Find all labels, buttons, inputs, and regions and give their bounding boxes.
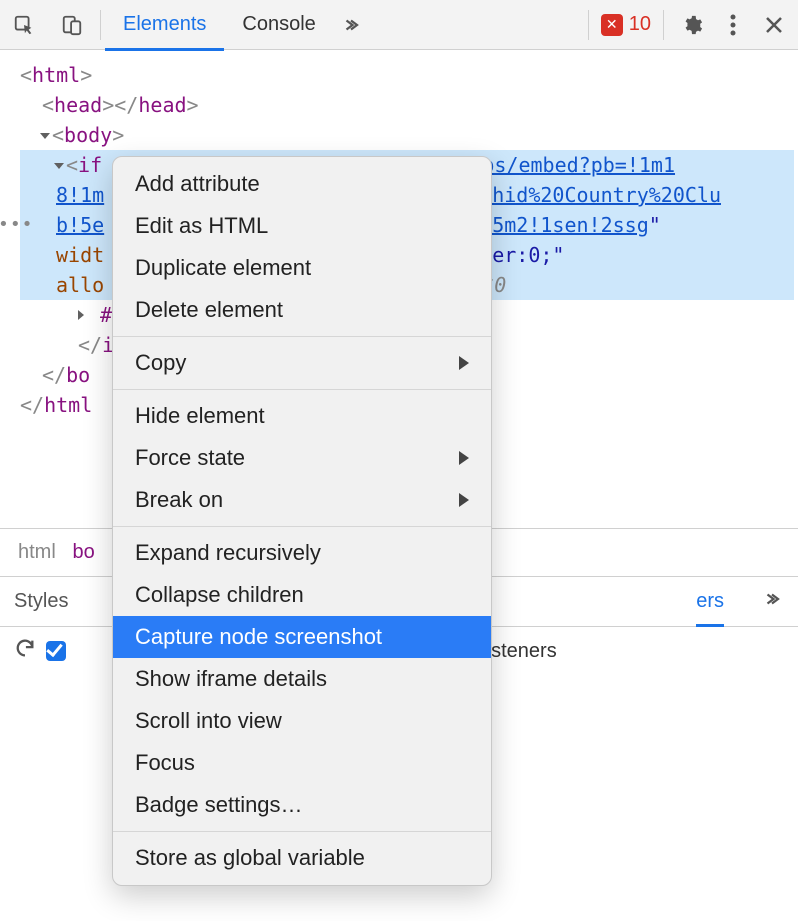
- ancestors-checkbox[interactable]: [46, 641, 66, 661]
- breadcrumb-body[interactable]: bo: [72, 541, 94, 563]
- menu-copy[interactable]: Copy: [113, 342, 491, 384]
- menu-duplicate-element[interactable]: Duplicate element: [113, 247, 491, 289]
- submenu-arrow-icon: [459, 356, 469, 370]
- devtools-toolbar: Elements Console ✕ 10: [0, 0, 798, 50]
- menu-expand-recursively[interactable]: Expand recursively: [113, 532, 491, 574]
- device-toolbar-icon[interactable]: [48, 0, 96, 50]
- inspect-icon[interactable]: [0, 0, 48, 50]
- menu-hide-element[interactable]: Hide element: [113, 395, 491, 437]
- dom-line[interactable]: <body>: [20, 120, 794, 150]
- menu-show-iframe-details[interactable]: Show iframe details: [113, 658, 491, 700]
- tab-console[interactable]: Console: [224, 0, 333, 50]
- menu-store-as-global[interactable]: Store as global variable: [113, 837, 491, 879]
- submenu-arrow-icon: [459, 493, 469, 507]
- panel-tab-event-listeners[interactable]: ers: [696, 590, 724, 613]
- submenu-arrow-icon: [459, 451, 469, 465]
- panel-tab-styles[interactable]: Styles: [14, 590, 68, 613]
- error-count: 10: [629, 13, 651, 36]
- expand-triangle-icon[interactable]: [40, 133, 50, 139]
- error-badge[interactable]: ✕ 10: [593, 13, 659, 36]
- dom-line[interactable]: <html>: [20, 60, 794, 90]
- more-panel-tabs-icon[interactable]: [766, 590, 784, 614]
- menu-badge-settings[interactable]: Badge settings…: [113, 784, 491, 826]
- menu-separator: [113, 526, 491, 527]
- dom-line[interactable]: <head></head>: [20, 90, 794, 120]
- settings-icon[interactable]: [668, 0, 716, 50]
- menu-separator: [113, 389, 491, 390]
- menu-separator: [113, 831, 491, 832]
- toolbar-divider: [100, 10, 101, 40]
- menu-force-state[interactable]: Force state: [113, 437, 491, 479]
- refresh-icon[interactable]: [14, 637, 36, 665]
- tab-elements[interactable]: Elements: [105, 0, 224, 50]
- menu-delete-element[interactable]: Delete element: [113, 289, 491, 331]
- menu-collapse-children[interactable]: Collapse children: [113, 574, 491, 616]
- menu-focus[interactable]: Focus: [113, 742, 491, 784]
- kebab-menu-icon[interactable]: [716, 0, 750, 50]
- toolbar-divider: [588, 10, 589, 40]
- more-tabs-icon[interactable]: [334, 0, 374, 50]
- menu-break-on[interactable]: Break on: [113, 479, 491, 521]
- error-icon: ✕: [601, 14, 623, 36]
- overflow-indicator: •••: [0, 210, 34, 240]
- breadcrumb-html[interactable]: html: [18, 541, 56, 563]
- context-menu: Add attribute Edit as HTML Duplicate ele…: [112, 156, 492, 886]
- menu-separator: [113, 336, 491, 337]
- tab-console-label: Console: [242, 13, 315, 36]
- expand-triangle-icon[interactable]: [54, 163, 64, 169]
- toolbar-divider: [663, 10, 664, 40]
- menu-scroll-into-view[interactable]: Scroll into view: [113, 700, 491, 742]
- tab-elements-label: Elements: [123, 13, 206, 36]
- close-icon[interactable]: [750, 0, 798, 50]
- menu-capture-node-screenshot[interactable]: Capture node screenshot: [113, 616, 491, 658]
- menu-add-attribute[interactable]: Add attribute: [113, 163, 491, 205]
- menu-edit-as-html[interactable]: Edit as HTML: [113, 205, 491, 247]
- expand-triangle-icon[interactable]: [78, 310, 84, 320]
